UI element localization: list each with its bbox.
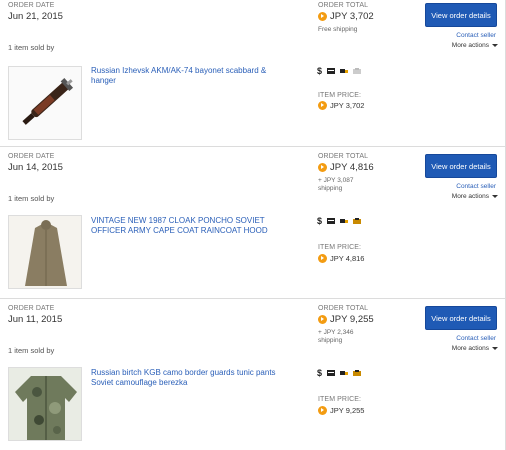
more-actions-label: More actions — [451, 193, 489, 200]
contact-seller-link[interactable]: Contact seller — [456, 32, 496, 39]
currency-icon — [318, 254, 327, 263]
order-date-label: ORDER DATE — [8, 305, 55, 312]
shipping-info: + JPY 2,346 shipping — [318, 329, 354, 344]
more-actions-dropdown[interactable]: More actions — [452, 42, 498, 49]
item-price-value: JPY 3,702 — [330, 101, 365, 110]
bayonet-thumbnail-icon — [9, 67, 81, 139]
item-price-value: JPY 9,255 — [330, 406, 365, 415]
view-order-details-button[interactable]: View order details — [425, 3, 497, 27]
order-total-label: ORDER TOTAL — [318, 305, 369, 312]
item-price: JPY 9,255 — [318, 406, 364, 415]
caret-down-icon — [492, 195, 498, 198]
item-price: JPY 4,816 — [318, 254, 364, 263]
shipped-icon — [340, 371, 349, 375]
currency-icon — [318, 101, 327, 110]
currency-icon — [318, 406, 327, 415]
order-card: ORDER DATE Jun 21, 2015 1 item sold by O… — [0, 0, 506, 147]
items-sold-by: 1 item sold by — [8, 346, 55, 355]
item-thumbnail[interactable] — [8, 367, 82, 441]
item-thumbnail[interactable] — [8, 215, 82, 289]
currency-icon — [318, 163, 327, 172]
item-price-label: ITEM PRICE: — [318, 244, 362, 251]
item-price-value: JPY 4,816 — [330, 254, 365, 263]
more-actions-label: More actions — [451, 42, 489, 49]
dollar-icon: $ — [317, 368, 323, 378]
order-total: JPY 9,255 — [318, 314, 374, 325]
item-title-link[interactable]: Russian Izhevsk AKM/AK-74 bayonet scabba… — [91, 66, 291, 86]
caret-down-icon — [492, 347, 498, 350]
order-total-value: JPY 9,255 — [330, 314, 374, 325]
view-order-details-button[interactable]: View order details — [425, 306, 497, 330]
items-sold-by: 1 item sold by — [8, 194, 55, 203]
order-card: ORDER DATE Jun 11, 2015 1 item sold by O… — [0, 299, 506, 450]
status-icons: $ — [317, 368, 362, 378]
status-icons: $ — [317, 216, 362, 226]
dollar-icon: $ — [317, 66, 323, 76]
item-price-label: ITEM PRICE: — [318, 396, 362, 403]
feedback-icon — [353, 68, 362, 74]
currency-icon — [318, 12, 327, 21]
order-total: JPY 3,702 — [318, 11, 374, 22]
order-date: Jun 21, 2015 — [8, 11, 63, 22]
order-total: JPY 4,816 — [318, 162, 374, 173]
shipped-icon — [340, 219, 349, 223]
status-icons: $ — [317, 66, 362, 76]
camo-tunic-thumbnail-icon — [9, 368, 81, 440]
dollar-icon: $ — [317, 216, 323, 226]
order-date-label: ORDER DATE — [8, 153, 55, 160]
shipped-icon — [340, 69, 349, 73]
order-date: Jun 14, 2015 — [8, 162, 63, 173]
order-date-label: ORDER DATE — [8, 2, 55, 9]
more-actions-label: More actions — [451, 345, 489, 352]
order-total-value: JPY 3,702 — [330, 11, 374, 22]
item-price: JPY 3,702 — [318, 101, 364, 110]
poncho-thumbnail-icon — [9, 216, 81, 288]
items-sold-by: 1 item sold by — [8, 43, 55, 52]
order-total-value: JPY 4,816 — [330, 162, 374, 173]
caret-down-icon — [492, 44, 498, 47]
order-card: ORDER DATE Jun 14, 2015 1 item sold by O… — [0, 147, 506, 299]
payment-icon — [327, 370, 336, 376]
item-title-link[interactable]: Russian birtch KGB camo border guards tu… — [91, 368, 291, 388]
order-date: Jun 11, 2015 — [8, 314, 63, 325]
shipping-info: + JPY 3,087 shipping — [318, 177, 354, 192]
feedback-icon — [353, 370, 362, 376]
payment-icon — [327, 218, 336, 224]
currency-icon — [318, 315, 327, 324]
view-order-details-button[interactable]: View order details — [425, 154, 497, 178]
order-total-label: ORDER TOTAL — [318, 153, 369, 160]
item-thumbnail[interactable] — [8, 66, 82, 140]
item-title-link[interactable]: VINTAGE NEW 1987 CLOAK PONCHO SOVIET OFF… — [91, 216, 291, 236]
payment-icon — [327, 68, 336, 74]
contact-seller-link[interactable]: Contact seller — [456, 335, 496, 342]
shipping-info: Free shipping — [318, 26, 358, 33]
contact-seller-link[interactable]: Contact seller — [456, 183, 496, 190]
item-price-label: ITEM PRICE: — [318, 92, 362, 99]
more-actions-dropdown[interactable]: More actions — [452, 345, 498, 352]
more-actions-dropdown[interactable]: More actions — [452, 193, 498, 200]
feedback-icon — [353, 218, 362, 224]
order-total-label: ORDER TOTAL — [318, 2, 369, 9]
